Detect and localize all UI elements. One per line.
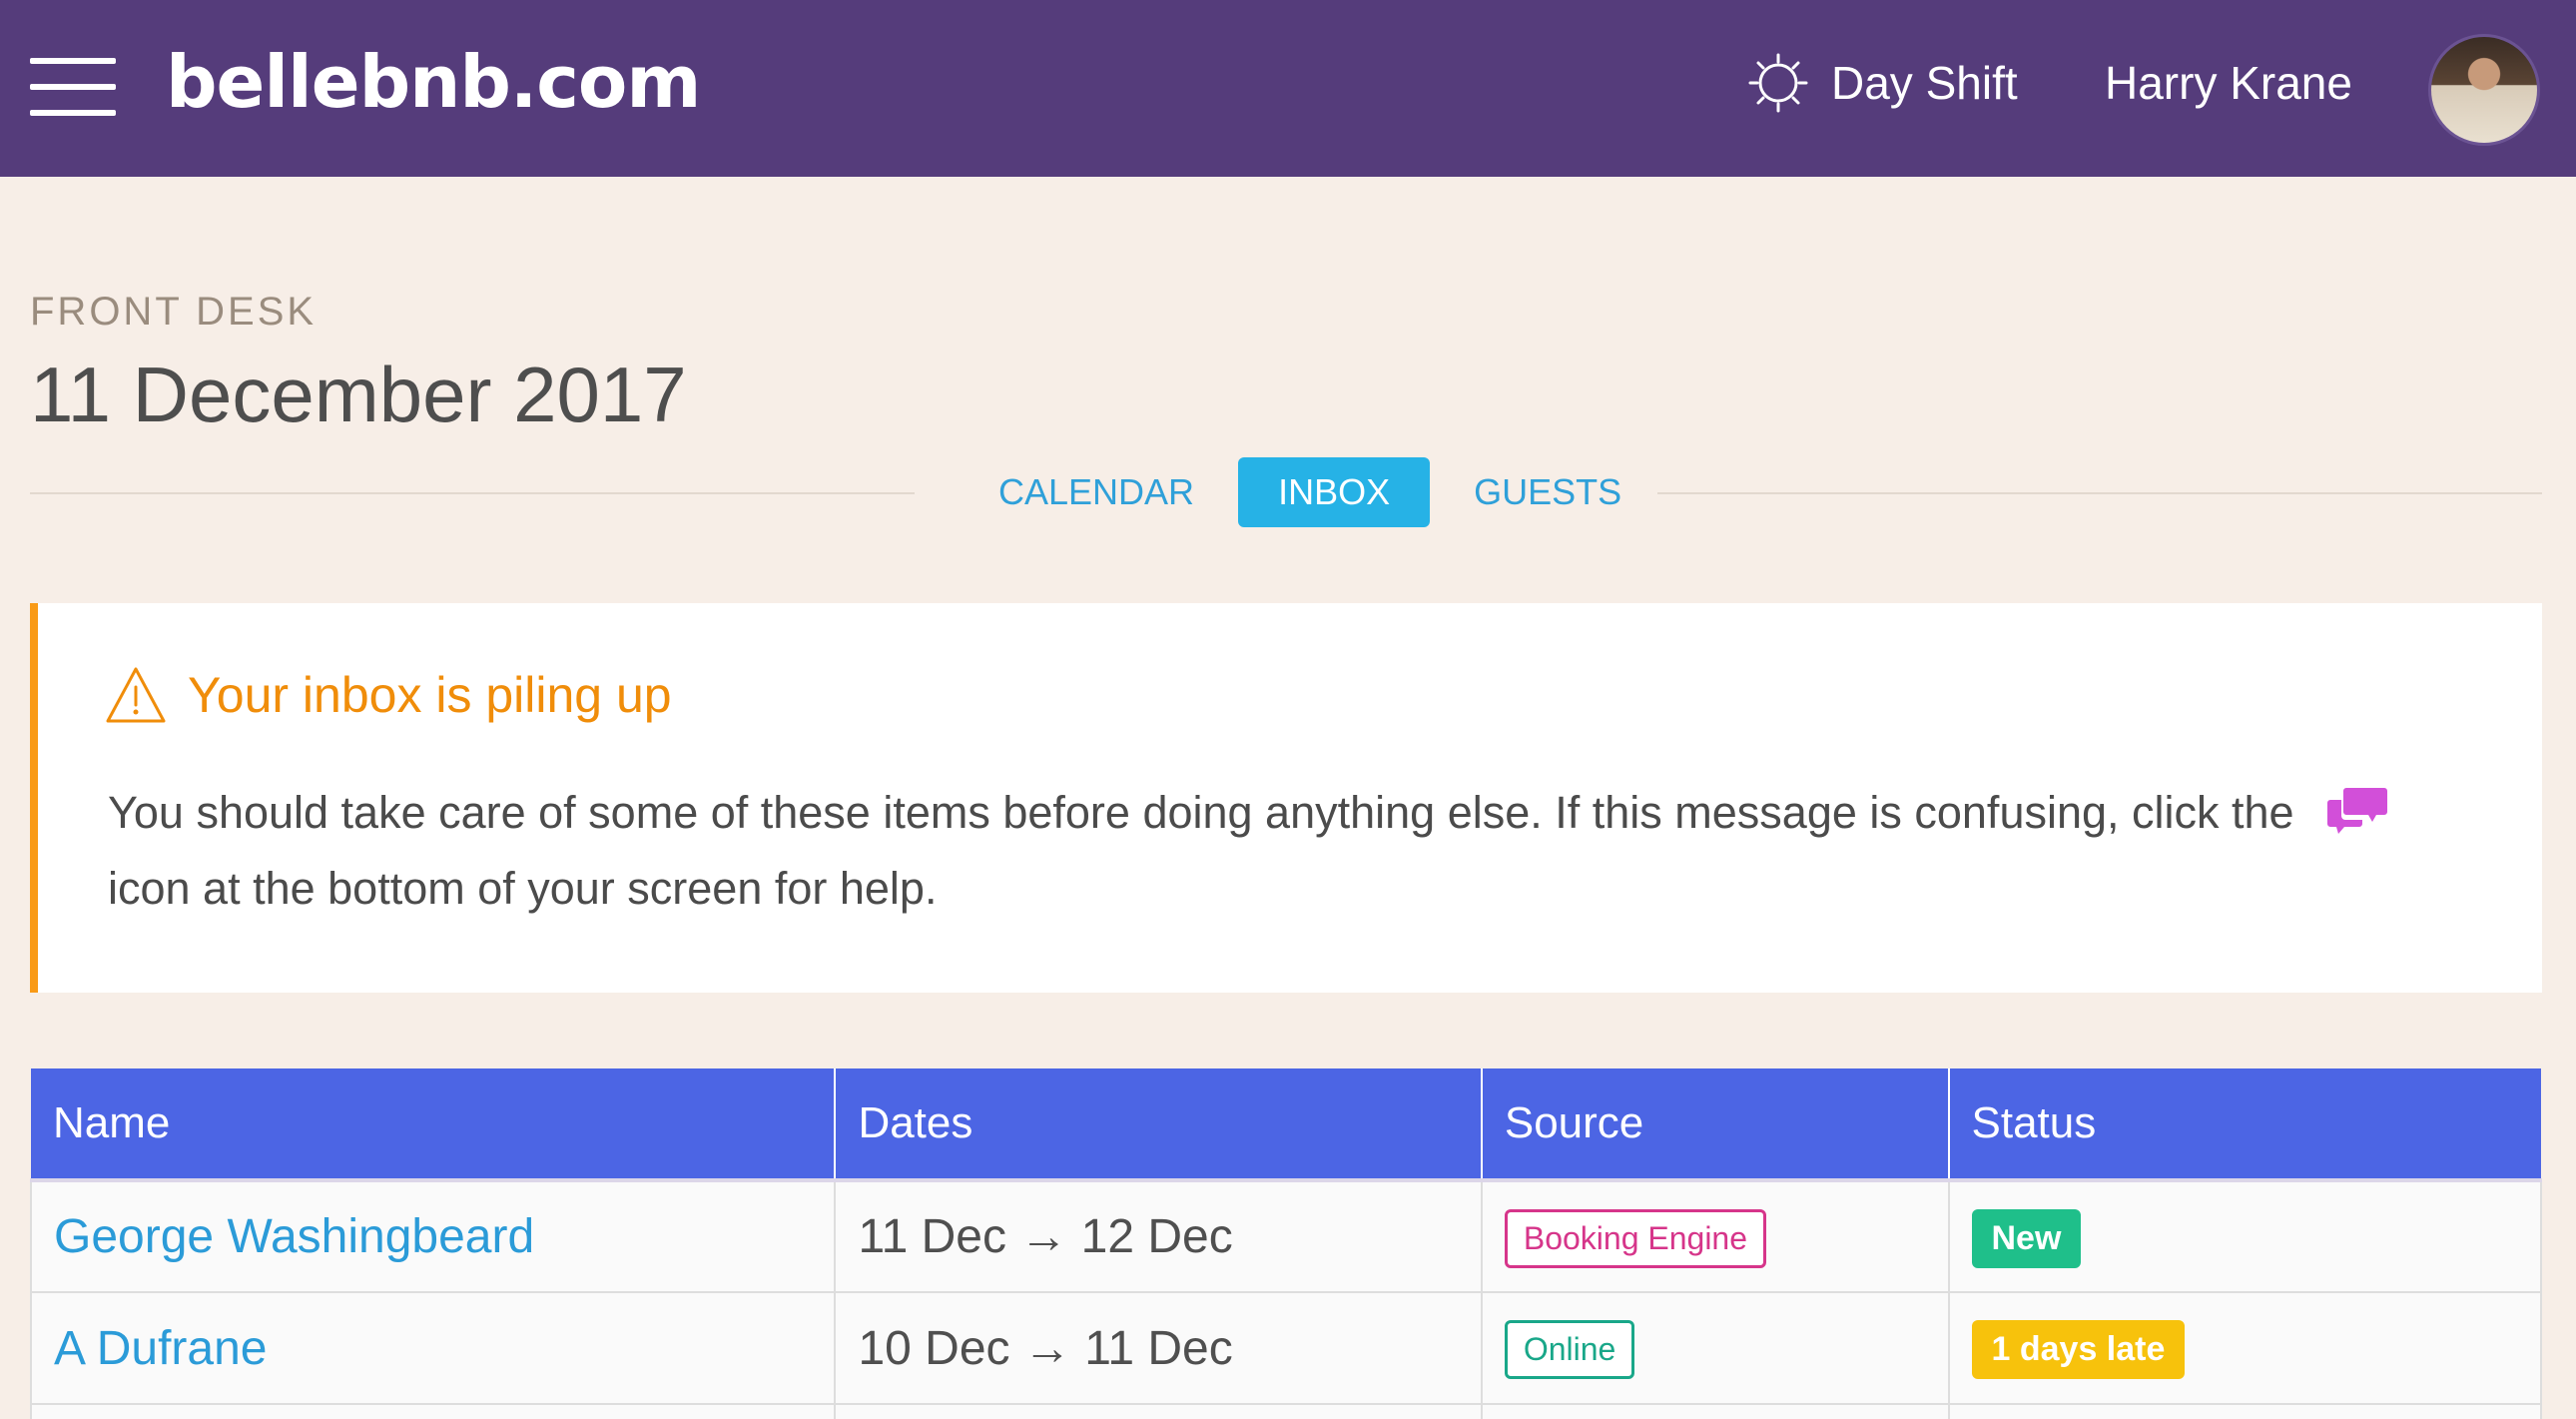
guest-name-link[interactable]: A Dufrane [54,1322,267,1375]
tab-bar: CALENDAR INBOX GUESTS [959,457,1661,527]
shift-label: Day Shift [1831,57,2018,109]
avatar[interactable] [2428,34,2540,146]
chat-icon[interactable] [2326,782,2388,836]
shift-toggle[interactable]: Day Shift [1747,48,2018,118]
guest-name-link[interactable]: George Washingbeard [54,1210,534,1263]
alert-title-text: Your inbox is piling up [188,667,672,723]
site-logo[interactable]: bellebnb.com [166,40,701,124]
column-header-dates[interactable]: Dates [835,1068,1483,1180]
top-navigation-bar: bellebnb.com Day Shift Harry Krane [0,0,2576,177]
tab-guests[interactable]: GUESTS [1434,457,1661,527]
page-title: 11 December 2017 [30,351,687,438]
inbox-warning-alert: Your inbox is piling up You should take … [30,603,2542,993]
alert-message: You should take care of some of these it… [108,775,2504,927]
tab-inbox[interactable]: INBOX [1238,457,1431,527]
table-row[interactable]: George Washingbeard 11 Dec → 12 Dec Book… [29,1180,2542,1293]
menu-icon[interactable] [30,58,116,116]
stay-dates: 11 Dec → 12 Dec [858,1210,1233,1263]
status-badge: 1 days late [1971,1320,2186,1379]
table-row[interactable] [29,1404,2542,1419]
tab-divider-right [1657,492,2542,494]
sun-icon [1748,53,1808,113]
user-name[interactable]: Harry Krane [2105,48,2352,118]
tab-calendar[interactable]: CALENDAR [959,457,1234,527]
column-header-source[interactable]: Source [1481,1068,1950,1180]
table-row[interactable]: A Dufrane 10 Dec → 11 Dec Online 1 days … [29,1292,2542,1405]
status-badge: New [1971,1208,2082,1268]
warning-icon [106,667,166,723]
alert-title: Your inbox is piling up [104,665,672,725]
alert-text-part2: icon at the bottom of your screen for he… [108,863,938,914]
table-header-row: Name Dates Source Status [31,1068,2541,1180]
source-badge: Booking Engine [1504,1208,1767,1268]
alert-text-part1: You should take care of some of these it… [108,787,2294,838]
source-badge: Online [1504,1320,1635,1379]
section-label: FRONT DESK [30,290,318,334]
inbox-table: Name Dates Source Status George Washingb… [29,1068,2542,1419]
stay-dates: 10 Dec → 11 Dec [858,1321,1233,1375]
column-header-status[interactable]: Status [1948,1068,2541,1180]
column-header-name[interactable]: Name [31,1068,837,1180]
tab-divider-left [30,492,915,494]
